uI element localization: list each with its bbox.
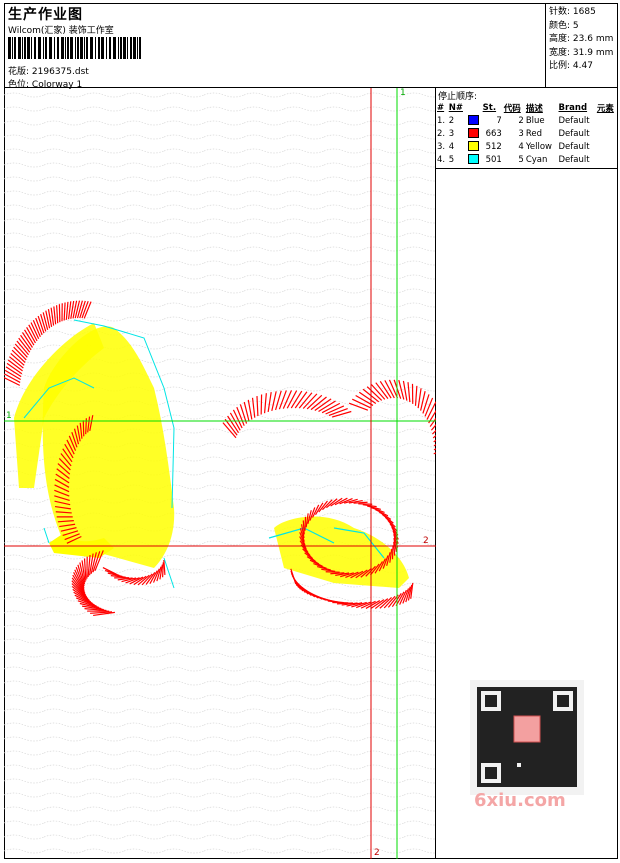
row-index: 4. xyxy=(436,153,448,166)
table-header-row: # N# St. 代码 描述 Brand 元素 xyxy=(436,101,618,114)
stop-sequence-table: # N# St. 代码 描述 Brand 元素 1.272BlueDefault… xyxy=(436,101,618,166)
row-needle: 2 xyxy=(448,114,467,127)
col-swatch xyxy=(467,101,482,114)
row-stitches: 512 xyxy=(482,140,503,153)
col-stitches: St. xyxy=(482,101,503,114)
col-needle: N# xyxy=(448,101,467,114)
stat-colors: 颜色: 5 xyxy=(549,20,618,34)
row-swatch xyxy=(467,114,482,127)
row-brand: Default xyxy=(558,140,596,153)
row-code: 2 xyxy=(503,114,525,127)
row-brand: Default xyxy=(558,114,596,127)
barcode xyxy=(8,37,144,59)
row-swatch xyxy=(467,153,482,166)
design-label: 花版: xyxy=(8,67,29,77)
row-description: Yellow xyxy=(525,140,558,153)
row-stitches: 501 xyxy=(482,153,503,166)
row-element xyxy=(596,127,618,140)
color-swatch xyxy=(468,115,479,125)
page-title: 生产作业图 xyxy=(8,4,83,24)
stat-width: 宽度: 31.9 mm xyxy=(549,47,618,61)
row-brand: Default xyxy=(558,127,596,140)
row-code: 4 xyxy=(503,140,525,153)
stop-sequence-panel: 停止顺序: # N# St. 代码 描述 Brand 元素 1.272BlueD… xyxy=(436,88,618,859)
color-swatch xyxy=(468,154,479,164)
row-description: Red xyxy=(525,127,558,140)
col-description: 描述 xyxy=(525,101,558,114)
row-swatch xyxy=(467,127,482,140)
row-index: 1. xyxy=(436,114,448,127)
stat-scale: 比例: 4.47 xyxy=(549,60,618,74)
row-code: 5 xyxy=(503,153,525,166)
stat-stitches: 针数: 1685 xyxy=(549,6,618,20)
watermark-logo: 6xiu.com xyxy=(474,790,566,811)
table-row: 3.45124YellowDefault xyxy=(436,140,618,153)
panel-divider xyxy=(436,168,618,169)
row-swatch xyxy=(467,140,482,153)
row-description: Blue xyxy=(525,114,558,127)
guide-label-2-right: 2 xyxy=(423,536,429,546)
row-stitches: 663 xyxy=(482,127,503,140)
design-stats: 针数: 1685 颜色: 5 高度: 23.6 mm 宽度: 31.9 mm 比… xyxy=(546,3,618,88)
design-canvas[interactable]: 1 2 2 1 xyxy=(4,88,436,859)
row-needle: 5 xyxy=(448,153,467,166)
color-swatch xyxy=(468,128,479,138)
row-needle: 3 xyxy=(448,127,467,140)
guide-label-2-bottom: 2 xyxy=(374,848,380,858)
table-row: 4.55015CyanDefault xyxy=(436,153,618,166)
stat-height: 高度: 23.6 mm xyxy=(549,33,618,47)
row-element xyxy=(596,153,618,166)
table-row: 1.272BlueDefault xyxy=(436,114,618,127)
table-row: 2.36633RedDefault xyxy=(436,127,618,140)
row-needle: 4 xyxy=(448,140,467,153)
row-index: 2. xyxy=(436,127,448,140)
row-stitches: 7 xyxy=(482,114,503,127)
guide-label-1-left: 1 xyxy=(6,411,12,421)
header-info: 生产作业图 Wilcom(汇家) 装饰工作室 花版: 2196375.dst 色… xyxy=(4,3,546,88)
embroidery-preview xyxy=(4,88,436,859)
col-code: 代码 xyxy=(503,101,525,114)
col-index: # xyxy=(436,101,448,114)
row-element xyxy=(596,140,618,153)
col-brand: Brand xyxy=(558,101,596,114)
qr-code xyxy=(470,680,584,795)
color-swatch xyxy=(468,141,479,151)
row-description: Cyan xyxy=(525,153,558,166)
row-brand: Default xyxy=(558,153,596,166)
design-file: 2196375.dst xyxy=(32,67,89,77)
col-element: 元素 xyxy=(596,101,618,114)
company-name: Wilcom(汇家) 装饰工作室 xyxy=(8,23,114,36)
guide-label-1: 1 xyxy=(400,88,406,98)
design-file-line: 花版: 2196375.dst xyxy=(8,64,89,77)
row-code: 3 xyxy=(503,127,525,140)
row-element xyxy=(596,114,618,127)
row-index: 3. xyxy=(436,140,448,153)
